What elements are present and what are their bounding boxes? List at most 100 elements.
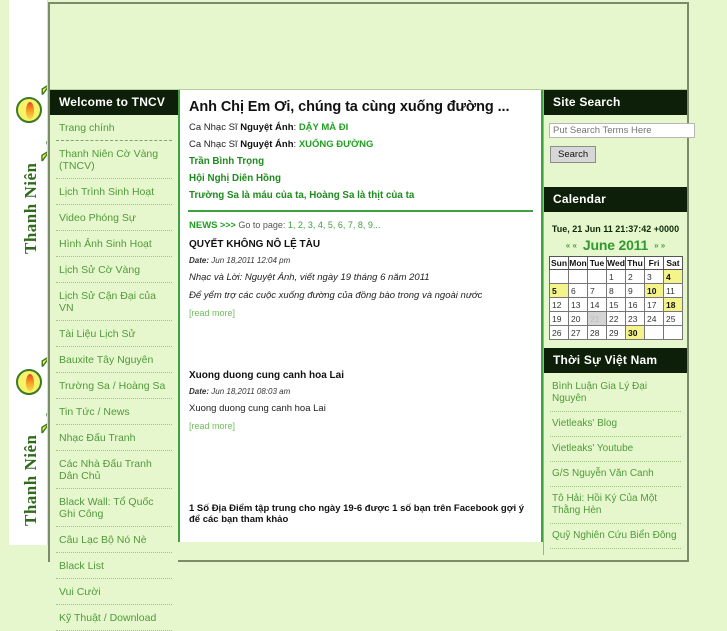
- featured-link[interactable]: Hội Nghị Diên Hồng: [189, 173, 534, 184]
- calendar-day-29[interactable]: 29: [606, 325, 626, 340]
- calendar-widget: Calendar Tue, 21 Jun 11 21:37:42 +0000 «…: [544, 187, 687, 348]
- sidebar-item-12[interactable]: Các Nhà Đấu Tranh Dân Chủ: [56, 451, 172, 489]
- calendar-day-20[interactable]: 20: [568, 311, 588, 326]
- calendar-day-12[interactable]: 12: [549, 297, 569, 312]
- intro-song-title[interactable]: XUỐNG ĐƯỜNG: [299, 139, 374, 150]
- calendar-day-5[interactable]: 5: [549, 283, 569, 298]
- sidebar-item-0[interactable]: Trang chính: [56, 115, 172, 141]
- intro-artist: Nguyệt Ánh: [240, 139, 294, 150]
- calendar-day-15[interactable]: 15: [606, 297, 626, 312]
- vietnam-news-header: Thời Sự Việt Nam: [544, 348, 687, 373]
- sidebar-item-2[interactable]: Lịch Trình Sinh Hoạt: [56, 179, 172, 205]
- page-title: Anh Chị Em Ơi, chúng ta cùng xuống đường…: [189, 99, 510, 115]
- article-title[interactable]: QUYẾT KHÔNG NÔ LỆ TÀU: [189, 239, 534, 250]
- article-spacer: [187, 324, 534, 370]
- calendar-day-17[interactable]: 17: [644, 297, 664, 312]
- calendar-weekday: Thu: [625, 256, 645, 270]
- calendar-day-21[interactable]: 21: [587, 311, 607, 326]
- article-read-more-link[interactable]: [read more]: [189, 308, 534, 318]
- calendar-day-22[interactable]: 22: [606, 311, 626, 326]
- sidebar-item-15[interactable]: Black List: [56, 553, 172, 579]
- news-list-item-2[interactable]: Vietleaks' Youtube: [550, 437, 681, 462]
- news-list-item-1[interactable]: Vietleaks' Blog: [550, 412, 681, 437]
- calendar-day-25[interactable]: 25: [663, 311, 683, 326]
- logo-text-thanhnien: Thanh Niên: [21, 162, 40, 254]
- calendar-day-2[interactable]: 2: [625, 269, 645, 284]
- calendar-timestamp: Tue, 21 Jun 11 21:37:42 +0000: [551, 224, 680, 234]
- intro-line[interactable]: Ca Nhạc Sĩ Nguyệt Ánh: DẬY MÀ ĐI: [189, 122, 534, 133]
- right-sidebar: Site Search Search Calendar Tue, 21 Jun …: [543, 90, 695, 555]
- sidebar-item-5[interactable]: Lịch Sử Cờ Vàng: [56, 257, 172, 283]
- sidebar-item-16[interactable]: Vui Cười: [56, 579, 172, 605]
- article-date-value: Jun 18,2011 12:04 pm: [211, 256, 291, 265]
- intro-line[interactable]: Ca Nhạc Sĩ Nguyệt Ánh: XUỐNG ĐƯỜNG: [189, 139, 534, 150]
- intro-link-list: Ca Nhạc Sĩ Nguyệt Ánh: DẬY MÀ ĐI Ca Nhạc …: [187, 122, 534, 150]
- article-title[interactable]: Xuong duong cung canh hoa Lai: [189, 370, 534, 381]
- featured-link[interactable]: Trường Sa là máu của ta, Hoàng Sa là thị…: [189, 190, 534, 201]
- flame-badge-icon: [16, 97, 42, 123]
- calendar-weekday: Mon: [568, 256, 588, 270]
- calendar-day-28[interactable]: 28: [587, 325, 607, 340]
- calendar-day-30[interactable]: 30: [625, 325, 645, 340]
- calendar-weekday-row: Sun Mon Tue Wed Thu Fri Sat: [549, 256, 683, 270]
- calendar-day-14[interactable]: 14: [587, 297, 607, 312]
- calendar-day-11[interactable]: 11: [663, 283, 683, 298]
- news-arrows: >>>: [220, 220, 236, 230]
- calendar-day-4[interactable]: 4: [663, 269, 683, 284]
- sidebar-item-11[interactable]: Nhạc Đấu Tranh: [56, 425, 172, 451]
- calendar-header: Calendar: [544, 187, 687, 212]
- calendar-day-13[interactable]: 13: [568, 297, 588, 312]
- calendar-day-19[interactable]: 19: [549, 311, 569, 326]
- calendar-day-1[interactable]: 1: [606, 269, 626, 284]
- sidebar-item-3[interactable]: Video Phóng Sự: [56, 205, 172, 231]
- calendar-day-24[interactable]: 24: [644, 311, 664, 326]
- calendar-day-empty: [587, 269, 607, 284]
- calendar-day-27[interactable]: 27: [568, 325, 588, 340]
- calendar-day-16[interactable]: 16: [625, 297, 645, 312]
- news-list-item-3[interactable]: G/S Nguyễn Văn Canh: [550, 462, 681, 487]
- sidebar-item-7[interactable]: Tài Liệu Lịch Sử: [56, 321, 172, 347]
- page-number-links[interactable]: 1, 2, 3, 4, 5, 6, 7, 8, 9...: [288, 220, 381, 230]
- article-date-label: Date:: [189, 256, 210, 265]
- calendar-day-7[interactable]: 7: [587, 283, 607, 298]
- calendar-day-10[interactable]: 10: [644, 283, 664, 298]
- sidebar-item-10[interactable]: Tin Tức / News: [56, 399, 172, 425]
- article-date-label: Date:: [189, 387, 210, 396]
- article-item: Xuong duong cung canh hoa Lai Date: Jun …: [187, 370, 534, 431]
- featured-link[interactable]: Trần Bình Trọng: [189, 156, 534, 167]
- sidebar-item-9[interactable]: Trường Sa / Hoàng Sa: [56, 373, 172, 399]
- calendar-day-3[interactable]: 3: [644, 269, 664, 284]
- calendar-weekday: Fri: [644, 256, 664, 270]
- calendar-day-9[interactable]: 9: [625, 283, 645, 298]
- sidebar-item-17[interactable]: Kỹ Thuật / Download: [56, 605, 172, 631]
- calendar-day-6[interactable]: 6: [568, 283, 588, 298]
- intro-song-title[interactable]: DẬY MÀ ĐI: [299, 122, 348, 133]
- prev-month-arrow-icon[interactable]: « «: [566, 241, 577, 250]
- news-list-item-5[interactable]: Quỹ Nghiên Cứu Biển Đông: [550, 524, 681, 549]
- left-sidebar-body: Trang chính Thanh Niên Cờ Vàng (TNCV) Lịch…: [50, 115, 178, 631]
- search-button[interactable]: Search: [550, 146, 597, 163]
- search-input[interactable]: [549, 123, 695, 138]
- logo-unit: CỜ VÀNG Thanh Niên: [8, 264, 47, 536]
- sidebar-item-14[interactable]: Câu Lạc Bộ Nó Nè: [56, 527, 172, 553]
- sidebar-item-1[interactable]: Thanh Niên Cờ Vàng (TNCV): [56, 141, 172, 179]
- calendar-day-8[interactable]: 8: [606, 283, 626, 298]
- sidebar-item-4[interactable]: Hình Ảnh Sinh Hoạt: [56, 231, 172, 257]
- calendar-day-26[interactable]: 26: [549, 325, 569, 340]
- calendar-week-row: 26 27 28 29 30: [549, 325, 683, 340]
- calendar-week-row: 12 13 14 15 16 17 18: [549, 297, 683, 312]
- next-month-arrow-icon[interactable]: » »: [654, 241, 665, 250]
- sidebar-item-13[interactable]: Black Wall: Tổ Quốc Ghi Công: [56, 489, 172, 527]
- vietnam-news-list: Bình Luận Gia Lý Đại Nguyên Vietleaks' Bl…: [544, 373, 687, 555]
- article-body-line: Xuong duong cung canh hoa Lai: [189, 403, 326, 414]
- sidebar-item-6[interactable]: Lịch Sử Cận Đại của VN: [56, 283, 172, 321]
- news-list-item-4[interactable]: Tô Hải: Hồi Ký Của Một Thằng Hèn: [550, 487, 681, 524]
- sidebar-item-8[interactable]: Bauxite Tây Nguyên: [56, 347, 172, 373]
- calendar-day-18[interactable]: 18: [663, 297, 683, 312]
- calendar-week-row: 1234: [549, 269, 683, 284]
- article-footer-headline[interactable]: 1 Số Địa Điểm tập trung cho ngày 19-6 đư…: [189, 503, 534, 525]
- news-list-item-0[interactable]: Bình Luận Gia Lý Đại Nguyên: [550, 375, 681, 412]
- article-read-more-link[interactable]: [read more]: [189, 421, 534, 431]
- calendar-body: Tue, 21 Jun 11 21:37:42 +0000 « « June 2…: [544, 212, 687, 348]
- calendar-day-23[interactable]: 23: [625, 311, 645, 326]
